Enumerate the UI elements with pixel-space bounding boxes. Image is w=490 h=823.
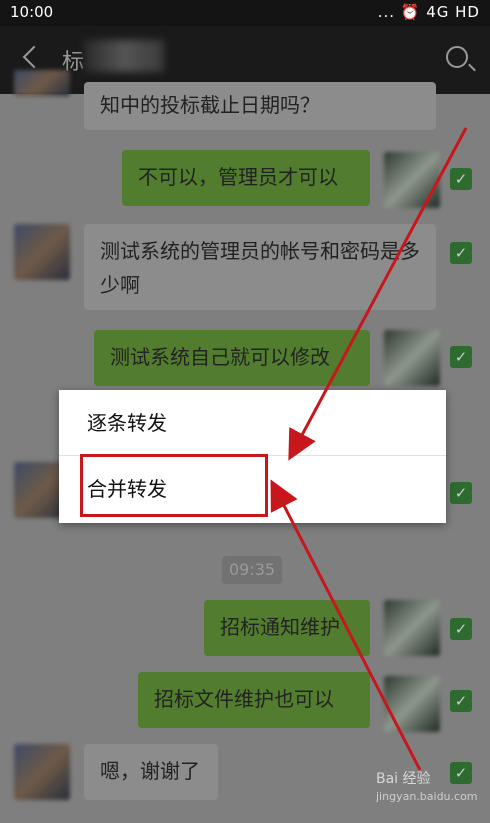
- watermark-brand: Bai 经验: [376, 771, 431, 787]
- baidu-watermark: Bai 经验 jingyan.baidu.com: [376, 768, 478, 803]
- arrow-down: [288, 127, 468, 461]
- arrow-up: [270, 479, 422, 771]
- annotation-arrows: [270, 127, 468, 771]
- watermark-url: jingyan.baidu.com: [376, 790, 478, 803]
